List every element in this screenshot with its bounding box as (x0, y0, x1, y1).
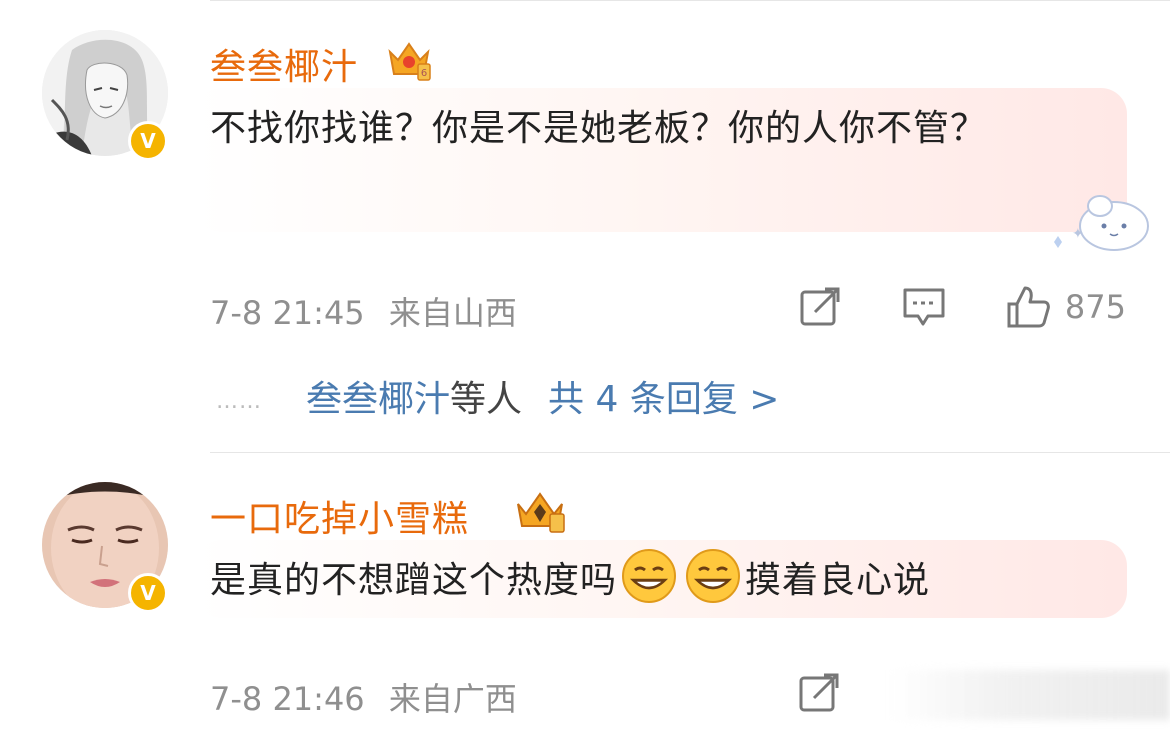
crown-icon (517, 492, 565, 533)
comment-1: V 叁叁椰汁 6 不找你找谁？你是不是她老板？你的人你不管？ ✦ 7-8 21:… (0, 0, 1170, 450)
grin-emoji-icon (686, 549, 741, 603)
comment-time: 7-8 21:46 (210, 680, 365, 718)
repost-icon[interactable] (797, 284, 843, 330)
username[interactable]: 一口吃掉小雪糕 (210, 490, 469, 542)
replies-count-link[interactable]: 共 4 条回复 > (548, 379, 779, 420)
verified-badge: V (128, 121, 168, 161)
replies-summary[interactable]: …… 叁叁椰汁等人共 4 条回复 > (216, 370, 779, 422)
comment-actions: 875 (739, 284, 1126, 330)
grin-emoji-icon (622, 549, 677, 603)
replies-others-label: 等人 (450, 379, 523, 420)
comment-location: 来自广西 (388, 680, 517, 718)
svg-text:✦: ✦ (1072, 226, 1084, 242)
comment-text-part2: 摸着良心说 (745, 560, 931, 601)
replies-dots: …… (216, 388, 262, 414)
comment-text-part1: 是真的不想蹭这个热度吗 (210, 560, 618, 601)
comment-time: 7-8 21:45 (210, 294, 365, 332)
replies-user-link[interactable]: 叁叁椰汁 (306, 379, 450, 420)
username[interactable]: 叁叁椰汁 (210, 38, 358, 90)
comment-text: 不找你找谁？你是不是她老板？你的人你不管？ (210, 108, 988, 149)
comment-actions (796, 670, 842, 716)
repost-icon[interactable] (796, 670, 842, 716)
comment-location: 来自山西 (388, 294, 517, 332)
blurred-watermark (890, 670, 1170, 720)
like-count: 875 (1064, 288, 1126, 326)
crown-icon: 6 (388, 42, 431, 81)
comment-text: 是真的不想蹭这个热度吗 摸着良心说 (210, 548, 1110, 614)
svg-text:6: 6 (421, 68, 427, 79)
comment-icon[interactable] (901, 284, 947, 330)
comment-meta: 7-8 21:45 来自山西 (210, 288, 517, 334)
verified-badge: V (128, 573, 168, 613)
comment-meta: 7-8 21:46 来自广西 (210, 674, 517, 720)
like-icon[interactable] (1005, 284, 1051, 330)
sticker-icon: ✦ (1054, 195, 1149, 251)
